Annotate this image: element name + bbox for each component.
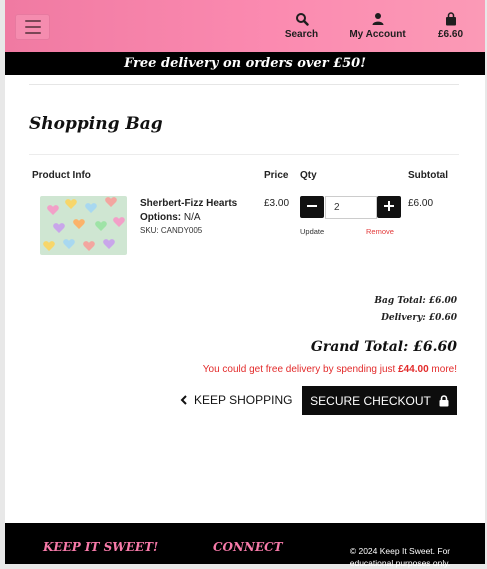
account-button[interactable]: My Account bbox=[345, 12, 410, 40]
lock-icon bbox=[439, 394, 449, 406]
promo-banner: Free delivery on orders over £50! bbox=[5, 52, 485, 75]
footer-copyright: © 2024 Keep It Sweet. For educational pu… bbox=[349, 546, 451, 568]
grand-total: Grand Total: £6.60 bbox=[310, 339, 457, 355]
remove-link[interactable]: Remove bbox=[366, 227, 394, 236]
minus-icon bbox=[307, 205, 317, 207]
free-delivery-amount: £44.00 bbox=[398, 364, 429, 375]
secure-checkout-button[interactable]: SECURE CHECKOUT bbox=[302, 386, 457, 415]
header-bar: Search My Account £6.60 bbox=[5, 0, 485, 52]
footer-connect-heading: CONNECT bbox=[213, 540, 283, 554]
column-product-info: Product Info bbox=[32, 170, 91, 181]
page-title: Shopping Bag bbox=[29, 114, 163, 134]
qty-decrease-button[interactable] bbox=[300, 196, 324, 218]
qty-input[interactable] bbox=[325, 196, 377, 219]
search-label: Search bbox=[284, 29, 319, 40]
free-delivery-message: You could get free delivery by spending … bbox=[202, 364, 457, 375]
delivery-total: Delivery: £0.60 bbox=[381, 313, 457, 323]
footer-brand: KEEP IT SWEET! bbox=[43, 540, 159, 554]
column-subtotal: Subtotal bbox=[408, 170, 448, 181]
account-label: My Account bbox=[349, 29, 406, 40]
product-image[interactable] bbox=[40, 196, 127, 255]
user-icon bbox=[372, 13, 383, 25]
cart-total: £6.60 bbox=[437, 29, 464, 40]
chevron-left-icon bbox=[180, 395, 187, 405]
product-options: Options: N/A bbox=[140, 212, 201, 223]
options-value: N/A bbox=[183, 212, 201, 223]
update-link[interactable]: Update bbox=[300, 227, 324, 236]
keep-shopping-button[interactable]: KEEP SHOPPING bbox=[180, 393, 292, 407]
item-subtotal: £6.00 bbox=[408, 198, 434, 209]
divider bbox=[29, 84, 459, 85]
divider bbox=[29, 154, 459, 155]
bag-total: Bag Total: £6.00 bbox=[374, 296, 457, 306]
hamburger-icon bbox=[24, 20, 41, 22]
qty-increase-button[interactable] bbox=[377, 196, 401, 218]
cart-button[interactable]: £6.60 bbox=[433, 12, 468, 40]
search-icon bbox=[295, 13, 309, 26]
search-button[interactable]: Search bbox=[279, 12, 324, 40]
item-price: £3.00 bbox=[264, 198, 290, 209]
menu-button[interactable] bbox=[15, 14, 50, 40]
product-name[interactable]: Sherbert-Fizz Hearts bbox=[140, 198, 237, 209]
options-label: Options: bbox=[140, 212, 182, 223]
shopping-bag-icon bbox=[445, 12, 456, 26]
column-price: Price bbox=[264, 170, 289, 181]
secure-checkout-label: SECURE CHECKOUT bbox=[310, 393, 431, 408]
product-sku: SKU: CANDY005 bbox=[140, 226, 203, 235]
column-qty: Qty bbox=[300, 170, 317, 181]
plus-icon bbox=[384, 201, 394, 211]
keep-shopping-label: KEEP SHOPPING bbox=[194, 393, 293, 407]
